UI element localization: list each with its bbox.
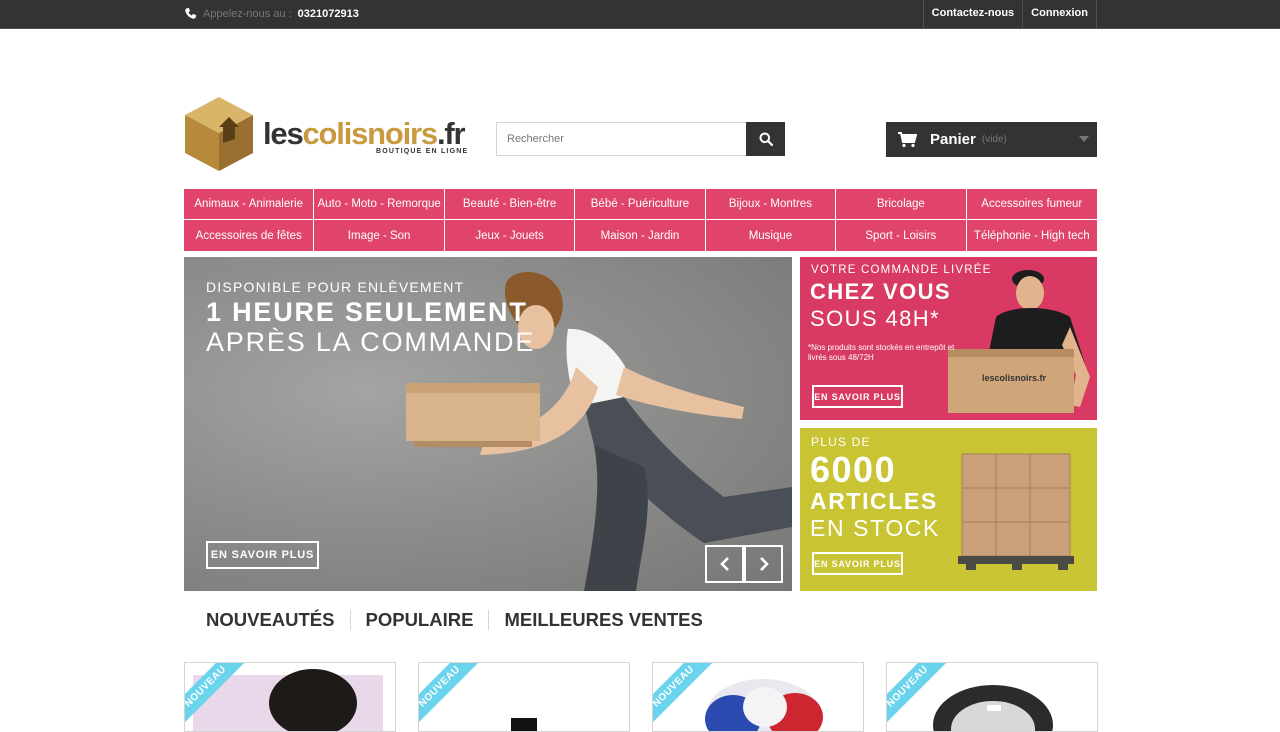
cart-status: (vide): [981, 134, 1007, 145]
login-link[interactable]: Connexion: [1022, 0, 1097, 28]
menu-item-fumeur[interactable]: Accessoires fumeur: [966, 189, 1097, 220]
menu-item-telephonie[interactable]: Téléphonie - High tech: [967, 220, 1097, 251]
slider-prev-button[interactable]: [705, 545, 744, 583]
hero-slider[interactable]: DISPONIBLE POUR ENLÈVEMENT 1 HEURE SEULE…: [184, 257, 792, 591]
chevron-down-icon: [1079, 136, 1089, 142]
product-card[interactable]: NOUVEAU: [184, 662, 396, 732]
phone-number[interactable]: 0321072913: [298, 8, 359, 20]
product-tabs: NOUVEAUTÉS POPULAIRE MEILLEURES VENTES: [184, 606, 718, 634]
product-card[interactable]: NOUVEAU: [652, 662, 864, 732]
tab-nouveautes[interactable]: NOUVEAUTÉS: [184, 609, 350, 631]
promo-stock-count: 6000: [810, 449, 897, 490]
menu-item-maison[interactable]: Maison - Jardin: [575, 220, 706, 251]
logo-tagline: BOUTIQUE EN LIGNE: [376, 148, 469, 155]
top-links: Contactez-nous Connexion: [922, 0, 1097, 28]
promo-stock-button[interactable]: EN SAVOIR PLUS: [812, 552, 903, 575]
cart-icon: [898, 131, 917, 147]
promo-stock-line3: ARTICLES: [810, 488, 938, 514]
search-form: [496, 122, 785, 156]
logo-wordmark: lescolisnoirs.fr: [263, 116, 466, 151]
search-input[interactable]: [496, 122, 746, 156]
menu-item-auto[interactable]: Auto - Moto - Remorque: [314, 189, 445, 220]
promo-stock-line4: EN STOCK: [810, 515, 940, 541]
chevron-right-icon: [759, 557, 769, 571]
slider-caption-sub: APRÈS LA COMMANDE: [206, 327, 536, 357]
promo-delivery-line2: CHEZ VOUS: [810, 279, 951, 304]
promo-stock-line1: PLUS DE: [811, 435, 871, 449]
promo-delivery-note: *Nos produits sont stockés en entrepôt e…: [808, 343, 955, 362]
menu-item-fetes[interactable]: Accessoires de fêtes: [184, 220, 315, 251]
menu-item-sport[interactable]: Sport - Loisirs: [836, 220, 967, 251]
slider-caption-main: 1 HEURE SEULEMENT: [206, 297, 528, 327]
search-button[interactable]: [746, 122, 785, 156]
promo-delivery-line1: VOTRE COMMANDE LIVRÉE: [811, 264, 992, 276]
tab-meilleures-ventes[interactable]: MEILLEURES VENTES: [489, 609, 717, 631]
product-card[interactable]: NOUVEAU: [418, 662, 630, 732]
site-logo[interactable]: lescolisnoirs.fr BOUTIQUE EN LIGNE: [183, 95, 475, 173]
chevron-left-icon: [719, 557, 729, 571]
logo-box-icon: [185, 97, 253, 171]
box-label: lescolisnoirs.fr: [982, 373, 1047, 383]
search-icon: [759, 132, 773, 146]
product-card[interactable]: NOUVEAU: [886, 662, 1098, 732]
promo-delivery[interactable]: lescolisnoirs.fr VOTRE COMMANDE LIVRÉE C…: [800, 257, 1097, 420]
tab-populaire[interactable]: POPULAIRE: [351, 609, 489, 631]
menu-item-animaux[interactable]: Animaux - Animalerie: [184, 189, 315, 220]
promo-delivery-button[interactable]: EN SAVOIR PLUS: [812, 385, 903, 408]
category-menu: Animaux - Animalerie Auto - Moto - Remor…: [184, 189, 1097, 251]
menu-item-beaute[interactable]: Beauté - Bien-être: [444, 189, 576, 220]
slider-more-button[interactable]: EN SAVOIR PLUS: [206, 541, 319, 569]
top-bar: Appelez-nous au : 0321072913 Contactez-n…: [0, 0, 1280, 29]
phone-label: Appelez-nous au :: [203, 7, 292, 20]
menu-item-bebe[interactable]: Bébé - Puériculture: [575, 189, 706, 220]
menu-item-jeux[interactable]: Jeux - Jouets: [445, 220, 576, 251]
cart-button[interactable]: Panier (vide): [886, 122, 1097, 157]
menu-item-image-son[interactable]: Image - Son: [314, 220, 445, 251]
slider-caption-top: DISPONIBLE POUR ENLÈVEMENT: [206, 279, 465, 295]
menu-item-bijoux[interactable]: Bijoux - Montres: [705, 189, 837, 220]
cart-label: Panier: [930, 131, 976, 148]
slider-next-button[interactable]: [744, 545, 783, 583]
promo-delivery-line3: SOUS 48H*: [810, 306, 940, 331]
phone-icon: [185, 7, 197, 19]
menu-item-musique[interactable]: Musique: [706, 220, 837, 251]
contact-link[interactable]: Contactez-nous: [922, 0, 1023, 28]
menu-item-bricolage[interactable]: Bricolage: [836, 189, 967, 220]
promo-stock[interactable]: PLUS DE 6000 ARTICLES EN STOCK EN SAVOIR…: [800, 428, 1097, 591]
phone-info: Appelez-nous au : 0321072913: [184, 7, 359, 20]
